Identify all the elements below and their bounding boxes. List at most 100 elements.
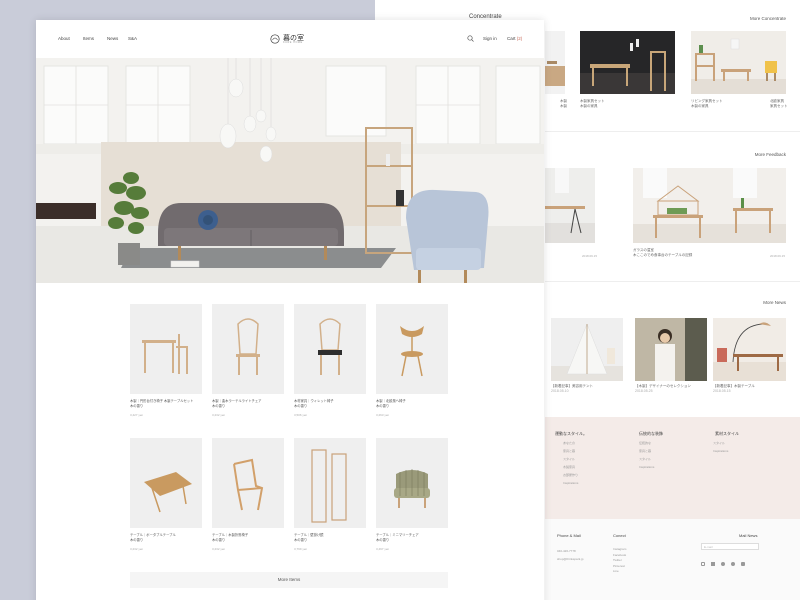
logo-subtext: KURE HOME xyxy=(283,41,303,44)
divider xyxy=(545,281,800,282)
nav-items[interactable]: Items xyxy=(83,36,94,41)
product-card[interactable]: テーブル｜木製折畳椅子 木の香り 3,232 yen xyxy=(212,438,284,551)
footer-link[interactable]: 家具と暮 xyxy=(639,447,654,455)
product-price: 3,427 yen xyxy=(130,413,144,417)
footer-col-1-heading: 運動なスタイル。 xyxy=(555,431,587,436)
footer-contact: Phone & Mail 040-426-7778 shop@thinkspar… xyxy=(545,519,800,600)
news-caption-2: 【木製】デザイナーのセレクション 2018.05.25 xyxy=(635,384,691,393)
footer-link[interactable]: Inspirations xyxy=(713,447,728,455)
product-card[interactable]: 木製｜曲木ラーテルライトチェア 木の香り 3,232 yen xyxy=(212,304,284,417)
phone-mail-list: 040-426-7778 shop@thinkspark.jp xyxy=(557,547,583,563)
product-image[interactable] xyxy=(376,304,448,394)
footer-col-2-heading: 伝統的な装飾 xyxy=(639,431,663,436)
footer-link[interactable]: スタイル xyxy=(563,455,578,463)
news-photo-2[interactable] xyxy=(635,318,707,381)
product-image[interactable] xyxy=(130,304,202,394)
concentrate-caption-1: 木製 木製 xyxy=(560,99,567,108)
footer-link[interactable]: お部屋作り xyxy=(563,471,578,479)
concentrate-photo-2[interactable] xyxy=(580,31,675,94)
footer-link[interactable]: Inspirations xyxy=(563,479,578,487)
main-page: About Items News S&A 暮の室 KURE HOME Sign … xyxy=(36,20,544,600)
pinterest-icon[interactable] xyxy=(731,562,735,566)
footer-col-1-list: あなたの 家具と暮 スタイル 木製家具 お部屋作り Inspirations xyxy=(563,439,578,487)
footer-link[interactable]: Inspirations xyxy=(639,463,654,471)
concentrate-caption-right: 北欧家具 家具セット xyxy=(770,99,788,108)
product-price: 3,232 yen xyxy=(130,547,144,551)
more-feedback-link[interactable]: More Feedback xyxy=(755,152,786,157)
header-nav: About Items News S&A 暮の室 KURE HOME Sign … xyxy=(36,20,544,58)
instagram-link[interactable]: Instagram xyxy=(613,547,626,553)
more-items-button[interactable]: More Items xyxy=(130,572,448,588)
product-price: 3,263 yen xyxy=(376,413,390,417)
news-photo-1[interactable] xyxy=(551,318,623,381)
connect-list: Instagram Facebook Twitter Pinterest Lin… xyxy=(613,547,626,575)
feedback-photo-1[interactable] xyxy=(545,168,595,243)
product-image[interactable] xyxy=(294,304,366,394)
footer-link[interactable]: スタイル xyxy=(713,439,728,447)
footer-link[interactable]: 家具と暮 xyxy=(563,447,578,455)
product-image[interactable] xyxy=(212,438,284,528)
footer-link[interactable]: 木製家具 xyxy=(563,463,578,471)
product-name: 木材家具｜ウィレット椅子 木の香り xyxy=(294,399,334,408)
divider xyxy=(545,131,800,132)
facebook-icon[interactable] xyxy=(711,562,715,566)
product-name: 木製｜曲木ラーテルライトチェア 木の香り xyxy=(212,399,262,408)
product-card[interactable]: 木製｜北欧風ヘ椅子 木の香り 3,263 yen xyxy=(376,304,448,417)
logo[interactable]: 暮の室 KURE HOME xyxy=(270,33,312,47)
search-icon[interactable] xyxy=(467,35,474,42)
product-price: 3,497 yen xyxy=(376,547,390,551)
product-image[interactable] xyxy=(376,438,448,528)
product-card[interactable]: 木製｜円形台付き椅子 木製テーブルセット 木の香り 3,427 yen xyxy=(130,304,202,417)
nav-sa[interactable]: S&A xyxy=(128,36,137,41)
footer-categories: 運動なスタイル。 あなたの 家具と暮 スタイル 木製家具 お部屋作り Inspi… xyxy=(545,417,800,519)
footer-link[interactable]: あなたの xyxy=(563,439,578,447)
product-name: 木製｜円形台付き椅子 木製テーブルセット 木の香り xyxy=(130,399,194,408)
footer-col-3-heading: 素材スタイル xyxy=(715,431,739,436)
phone-number[interactable]: 040-426-7778 xyxy=(557,547,583,555)
product-card[interactable]: テーブル｜壁掛け鏡 木の香り 3,799 yen xyxy=(294,438,366,551)
more-news-link[interactable]: More News xyxy=(763,300,786,305)
product-name: テーブル｜ミニマリーチェア 木の香り xyxy=(376,533,419,542)
product-price: 3,799 yen xyxy=(294,547,308,551)
more-concentrate-link[interactable]: More Concentrate xyxy=(750,16,786,21)
concentrate-caption-2: 木製家具セット 木製の家具 xyxy=(580,99,605,108)
nav-news[interactable]: News xyxy=(107,36,118,41)
feedback-photo-2[interactable] xyxy=(633,168,786,243)
concentrate-photo-3[interactable] xyxy=(691,31,786,94)
concentrate-photo-1[interactable] xyxy=(545,31,565,94)
product-image[interactable] xyxy=(212,304,284,394)
cart-count-badge: (2) xyxy=(516,36,523,41)
product-card[interactable]: 木材家具｜ウィレット椅子 木の香り 3,506 yen xyxy=(294,304,366,417)
logo-mark-icon xyxy=(270,34,280,44)
footer-link[interactable]: スタイル xyxy=(639,455,654,463)
news-caption-3: 【新着記事】木製テーブル 2018.05.15 xyxy=(713,384,755,393)
cart-link[interactable]: Cart (2) xyxy=(507,36,522,41)
news-caption-1: 【新着記事】美容用テント 2018.05.10 xyxy=(551,384,593,393)
instagram-icon[interactable] xyxy=(701,562,705,566)
nav-about[interactable]: About xyxy=(58,36,70,41)
news-photo-3-visual xyxy=(713,318,786,381)
product-card[interactable]: テーブル｜ミニマリーチェア 木の香り 3,497 yen xyxy=(376,438,448,551)
cart-label: Cart xyxy=(507,36,516,41)
sign-in-link[interactable]: Sign in xyxy=(483,36,497,41)
concentrate-caption-3: リビング家具セット 木製の家具 xyxy=(691,99,723,108)
footer-link[interactable]: 伝統的な xyxy=(639,439,654,447)
product-card[interactable]: テーブル｜ポータブルテーブル 木の香り 3,232 yen xyxy=(130,438,202,551)
connect-heading: Conect xyxy=(613,533,626,538)
product-image[interactable] xyxy=(130,438,202,528)
email-address[interactable]: shop@thinkspark.jp xyxy=(557,555,583,563)
feedback-caption-2: ガラスの温室 木ここのでめ食事台のテーブルの記録 xyxy=(633,248,693,257)
product-price: 3,232 yen xyxy=(212,547,226,551)
product-image[interactable] xyxy=(294,438,366,528)
line-link[interactable]: Line xyxy=(613,569,626,575)
phone-mail-heading: Phone & Mail xyxy=(557,533,581,538)
mail-news-input[interactable]: E-mail xyxy=(701,543,759,550)
feedback-date-2: 2018.09.15 xyxy=(770,254,786,258)
twitter-icon[interactable] xyxy=(721,562,725,566)
line-icon[interactable] xyxy=(741,562,745,566)
product-name: 木製｜北欧風ヘ椅子 木の香り xyxy=(376,399,406,408)
product-name: テーブル｜壁掛け鏡 木の香り xyxy=(294,533,324,542)
mail-news-heading: Mail News xyxy=(739,533,758,538)
product-price: 3,506 yen xyxy=(294,413,308,417)
product-name: テーブル｜木製折畳椅子 木の香り xyxy=(212,533,249,542)
